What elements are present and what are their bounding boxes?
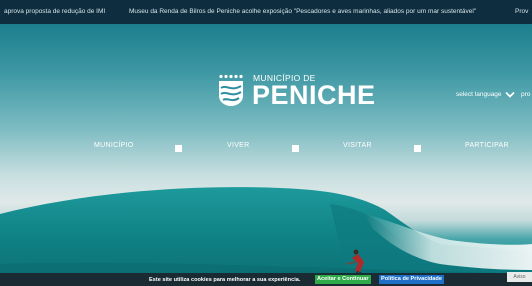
ticker-item[interactable]: Museu da Renda de Bilros de Peniche acol… [129, 0, 476, 24]
nav-item-municipio[interactable]: MUNICÍPIO [94, 142, 134, 149]
chevron-down-icon [504, 91, 515, 98]
nav-separator-icon [292, 145, 299, 152]
nav-item-visitar[interactable]: VISITAR [343, 142, 372, 149]
side-tab[interactable]: Aviso [507, 272, 532, 282]
peniche-logo-icon [219, 74, 243, 106]
surf-wave-image [0, 187, 532, 286]
hero-banner: MUNICÍPIO DE PENICHE select language pro… [0, 24, 532, 286]
language-label: select language [456, 91, 502, 98]
news-ticker: aprova proposta de redução de IMI Museu … [0, 0, 532, 24]
privacy-policy-button[interactable]: Política de Privacidade [379, 275, 444, 284]
ticker-item[interactable]: aprova proposta de redução de IMI [4, 0, 105, 24]
nav-item-participar[interactable]: PARTICIPAR [465, 142, 509, 149]
logo-title[interactable]: PENICHE [252, 80, 376, 111]
language-selector[interactable]: select language [456, 91, 515, 98]
accept-cookies-button[interactable]: Aceitar e Continuar [315, 275, 371, 284]
cookie-banner: Este site utiliza cookies para melhorar … [0, 273, 532, 286]
nav-separator-icon [414, 145, 421, 152]
header-extra-link[interactable]: pro [521, 91, 530, 98]
nav-item-viver[interactable]: VIVER [227, 142, 250, 149]
ticker-item[interactable]: Prov [515, 0, 528, 24]
cookie-message: Este site utiliza cookies para melhorar … [149, 276, 301, 283]
nav-separator-icon [175, 145, 182, 152]
